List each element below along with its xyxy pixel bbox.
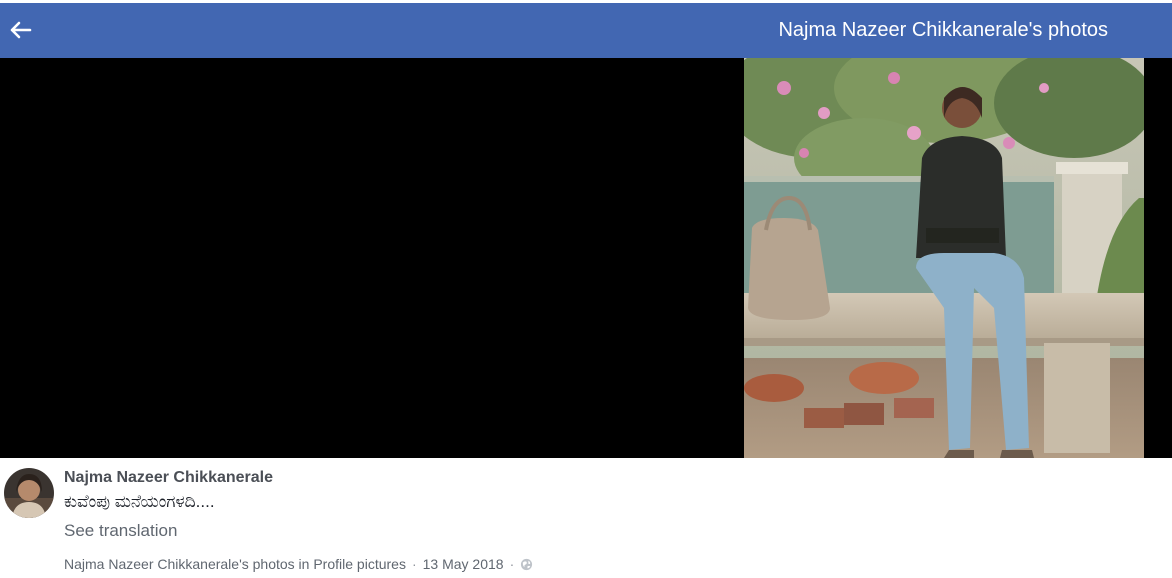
meta-separator: · bbox=[411, 556, 417, 572]
page-title: Najma Nazeer Chikkanerale's photos bbox=[778, 19, 1108, 41]
profile-photo[interactable] bbox=[744, 58, 1144, 458]
avatar[interactable] bbox=[4, 468, 54, 518]
meta-separator: · bbox=[509, 556, 515, 572]
post-date[interactable]: 13 May 2018 bbox=[423, 556, 504, 572]
author-name[interactable]: Najma Nazeer Chikkanerale bbox=[64, 469, 273, 487]
post-caption: Najma Nazeer Chikkanerale ಕುವೆಂಪು ಮನೆಯಂಗ… bbox=[0, 458, 1172, 578]
header-bar: Najma Nazeer Chikkanerale's photos bbox=[0, 3, 1172, 58]
globe-icon[interactable] bbox=[520, 558, 533, 571]
photo-viewer bbox=[0, 58, 1172, 458]
see-translation-link[interactable]: See translation bbox=[64, 521, 177, 541]
post-meta: Najma Nazeer Chikkanerale's photos in Pr… bbox=[64, 556, 533, 572]
arrow-left-icon bbox=[10, 21, 32, 39]
back-button[interactable] bbox=[4, 12, 38, 48]
post-text: ಕುವೆಂಪು ಮನೆಯಂಗಳದಿ.... bbox=[64, 492, 215, 511]
album-link[interactable]: Najma Nazeer Chikkanerale's photos in Pr… bbox=[64, 556, 406, 572]
